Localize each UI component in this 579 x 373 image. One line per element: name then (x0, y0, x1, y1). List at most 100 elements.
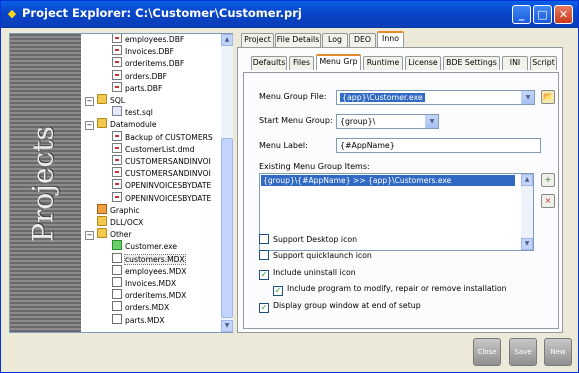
tree-item[interactable]: CustomerList.dmd (112, 142, 195, 155)
maximize-button[interactable]: □ (533, 5, 552, 24)
tree-item-label: Graphic (110, 205, 140, 215)
tree-item[interactable]: Invoices.DBF (112, 45, 174, 57)
close-button[interactable]: Close (473, 338, 501, 366)
option-checkbox[interactable]: Support Desktop icon (259, 234, 357, 245)
tab-project[interactable]: Project (241, 33, 274, 47)
exe-file-icon (112, 240, 122, 251)
mdx-file-icon (112, 277, 122, 287)
scroll-up-arrow-icon[interactable]: ▲ (221, 34, 233, 46)
folder-icon (97, 216, 107, 226)
scroll-down-arrow-icon[interactable]: ▼ (521, 238, 533, 250)
option-checkbox[interactable]: ✓ Display group window at end of setup (259, 300, 421, 313)
tree-item[interactable]: Invoices.MDX (112, 277, 176, 289)
menu-group-file-combo[interactable]: {app}\Customer.exe ▼ (336, 90, 535, 105)
subtab-defaults[interactable]: Defaults (251, 56, 287, 70)
subtab-ini[interactable]: INI (502, 56, 528, 70)
datamodule-file-icon (112, 130, 122, 141)
menu-label-field[interactable]: {#AppName} (336, 138, 541, 153)
sql-file-icon (112, 106, 122, 117)
tree-item[interactable]: Graphic (97, 203, 140, 216)
subtab-license[interactable]: License (405, 56, 441, 70)
option-label: Include uninstall icon (273, 268, 356, 277)
chevron-down-icon[interactable]: ▼ (521, 91, 534, 104)
tree-item[interactable]: parts.MDX (112, 313, 165, 326)
title-bar[interactable]: ◆ Project Explorer: C:\Customer\Customer… (1, 1, 578, 28)
tree-item[interactable]: customers.MDX (112, 252, 186, 265)
save-button[interactable]: Save (509, 338, 537, 366)
tree-item[interactable]: orderitems.DBF (112, 57, 184, 69)
tab-file-details[interactable]: File Details (275, 33, 321, 47)
option-checkbox[interactable]: ✓ Include program to modify, repair or re… (273, 283, 507, 296)
tree-item-label: customers.MDX (124, 253, 186, 265)
option-checkbox[interactable]: Support quicklaunch icon (259, 250, 372, 261)
tree-item[interactable]: − SQL (85, 94, 125, 106)
tree-item-label: test.sql (125, 108, 153, 118)
option-label: Include program to modify, repair or rem… (287, 284, 507, 293)
tab-deo[interactable]: DEO (349, 33, 376, 47)
tree-item[interactable]: DLL/OCX (97, 216, 143, 228)
tree-item-label: orders.MDX (125, 303, 170, 313)
menu-group-file-label: Menu Group File: (259, 92, 327, 101)
tree-item[interactable]: orders.MDX (112, 301, 169, 313)
datamodule-file-icon (112, 167, 122, 178)
tree-item[interactable]: parts.DBF (112, 81, 162, 94)
project-tree[interactable]: employees.DBF Invoices.DBF orderitems.DBF o… (81, 34, 221, 332)
checkmark-icon[interactable]: ✓ (259, 270, 269, 280)
tree-item[interactable]: − Datamodule (85, 118, 157, 131)
subtab-files[interactable]: Files (289, 56, 314, 70)
open-folder-icon[interactable]: 📂 (541, 90, 555, 104)
tree-item[interactable]: test.sql (112, 106, 153, 118)
remove-item-icon[interactable]: × (541, 194, 555, 208)
scroll-up-arrow-icon[interactable]: ▲ (521, 174, 533, 186)
subtab-bde-settings[interactable]: BDE Settings (443, 56, 500, 70)
collapse-toggle-icon[interactable]: − (85, 97, 94, 106)
dbf-file-icon (112, 57, 122, 68)
subtab-runtime[interactable]: Runtime (363, 56, 403, 70)
checkmark-icon[interactable]: ✓ (273, 286, 283, 296)
option-checkbox[interactable]: ✓ Include uninstall icon (259, 267, 356, 280)
tab-inno[interactable]: Inno (377, 31, 404, 47)
dbf-file-icon (112, 81, 122, 92)
dbf-file-icon (112, 45, 122, 56)
tree-item[interactable]: Backup of CUSTOMERS (112, 130, 213, 143)
tree-item-label: orders.DBF (125, 71, 168, 81)
add-item-icon[interactable]: + (541, 173, 555, 187)
minimize-button[interactable]: _ (512, 5, 531, 24)
start-menu-group-combo[interactable]: {group}\ ▼ (336, 114, 439, 129)
datamodule-file-icon (112, 142, 122, 153)
tree-item-label: orderitems.DBF (125, 59, 185, 69)
tree-item[interactable]: CUSTOMERSANDINVOI (112, 155, 211, 167)
tree-item[interactable]: OPENINVOICESBYDATE (112, 191, 212, 204)
scroll-down-arrow-icon[interactable]: ▼ (221, 320, 233, 332)
tree-item[interactable]: orders.DBF (112, 69, 168, 82)
subtab-script[interactable]: Script (530, 56, 557, 70)
close-window-button[interactable]: ✕ (554, 5, 573, 24)
tree-item[interactable]: Customer.exe (112, 240, 177, 252)
new-button[interactable]: New (544, 338, 572, 366)
list-item[interactable]: {group}\{#AppName} >> {app}\Customers.ex… (261, 175, 515, 186)
empty-checkbox-icon[interactable] (259, 234, 269, 244)
tree-item-label: OPENINVOICESBYDATE (125, 193, 212, 203)
collapse-toggle-icon[interactable]: − (85, 121, 94, 131)
tree-item-label: employees.MDX (125, 266, 187, 276)
tree-item[interactable]: − Other (85, 228, 132, 241)
subtab-menu-grp[interactable]: Menu Grp (316, 54, 361, 70)
collapse-toggle-icon[interactable]: − (85, 231, 94, 241)
project-tree-panel: Projects employees.DBF Invoices.DBF orderi… (9, 33, 233, 333)
tree-item[interactable]: employees.MDX (112, 264, 187, 277)
tree-item-label: CustomerList.dmd (125, 144, 195, 154)
tab-log[interactable]: Log (322, 33, 348, 47)
tree-item[interactable]: employees.DBF (112, 34, 184, 45)
tree-item[interactable]: CUSTOMERSANDINVOI (112, 167, 211, 179)
checkmark-icon[interactable]: ✓ (259, 303, 269, 313)
tree-item[interactable]: orderitems.MDX (112, 289, 186, 301)
tree-item-label: CUSTOMERSANDINVOI (125, 169, 211, 179)
tree-scrollbar[interactable]: ▲ ▼ (221, 34, 233, 332)
chevron-down-icon[interactable]: ▼ (425, 115, 438, 128)
mdx-file-icon (112, 252, 122, 263)
empty-checkbox-icon[interactable] (259, 250, 269, 260)
scroll-thumb[interactable] (221, 138, 233, 318)
list-scrollbar[interactable]: ▲ ▼ (521, 174, 533, 250)
tree-item-label: Invoices.MDX (125, 279, 177, 288)
tree-item[interactable]: OPENINVOICESBYDATE (112, 179, 211, 191)
